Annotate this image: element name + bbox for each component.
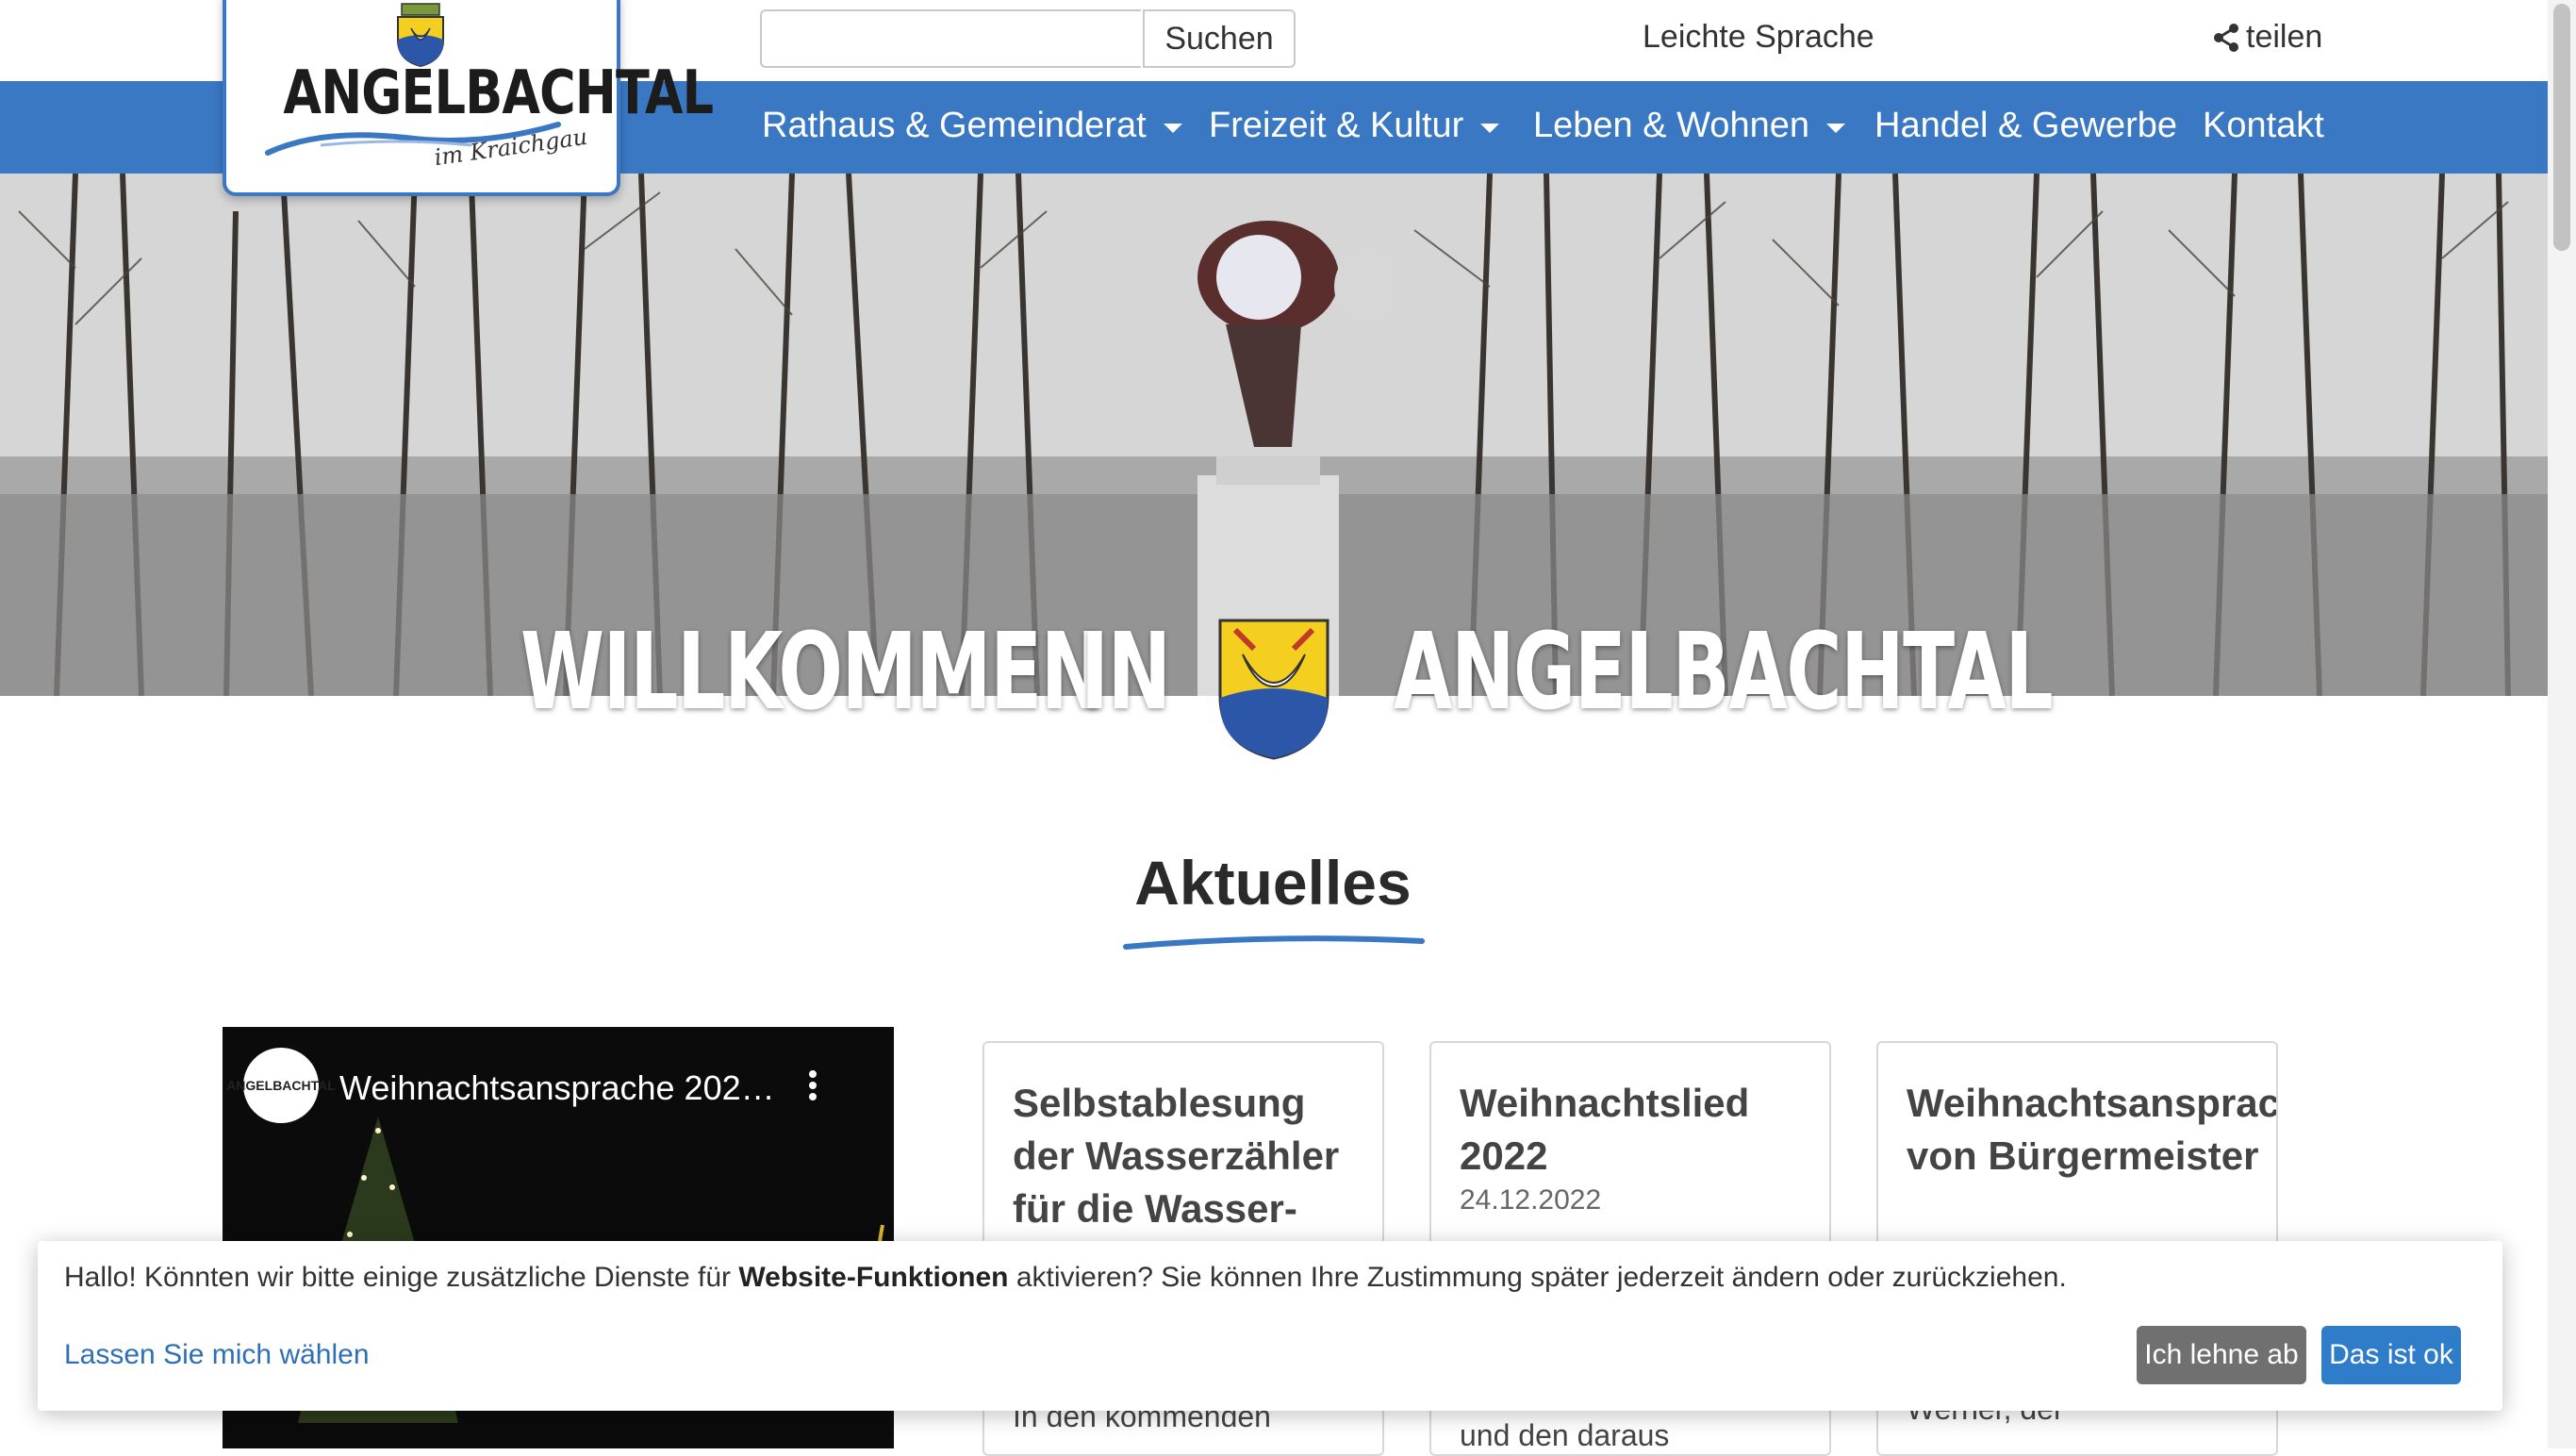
caret-down-icon — [1163, 123, 1182, 133]
share-label: teilen — [2246, 19, 2323, 55]
nav-item-label: Rathaus & Gemeinderat — [762, 106, 1147, 145]
news-card-title[interactable]: Weihnachtslied 2022 — [1460, 1077, 1818, 1183]
news-card-date: 24.12.2022 — [1460, 1184, 1602, 1216]
news-card-excerpt: und den daraus — [1460, 1418, 1670, 1452]
search-button[interactable]: Suchen — [1143, 9, 1296, 68]
nav-item-label: Handel & Gewerbe — [1874, 106, 2178, 145]
nav-item-rathaus[interactable]: Rathaus & Gemeinderat — [762, 106, 1182, 146]
cookie-accept-button[interactable]: Das ist ok — [2321, 1326, 2461, 1384]
nav-item-freizeit[interactable]: Freizeit & Kultur — [1209, 106, 1500, 146]
share-icon — [2214, 23, 2238, 52]
nav-item-label: Freizeit & Kultur — [1209, 106, 1464, 145]
cookie-consent-banner: Hallo! Könnten wir bitte einige zusätzli… — [38, 1241, 2502, 1411]
kebab-menu-icon[interactable] — [807, 1068, 818, 1102]
hero-coat-of-arms-icon — [1218, 619, 1329, 760]
cookie-message: Hallo! Könnten wir bitte einige zusätzli… — [64, 1262, 2067, 1293]
channel-avatar[interactable]: ANGELBACHTAL — [226, 1048, 336, 1123]
hero-word-in: IN — [1081, 611, 1171, 734]
share-button[interactable]: teilen — [2212, 19, 2322, 56]
page-scrollbar[interactable] — [2548, 0, 2576, 1448]
nav-item-leben[interactable]: Leben & Wohnen — [1533, 106, 1845, 146]
hero-word-town: ANGELBACHTAL — [1394, 611, 2054, 734]
easy-language-link[interactable]: Leichte Sprache — [1643, 19, 1874, 56]
cookie-choose-link[interactable]: Lassen Sie mich wählen — [64, 1339, 370, 1371]
nav-item-label: Leben & Wohnen — [1533, 106, 1809, 145]
video-title[interactable]: Weihnachtsansprache 202… — [339, 1068, 775, 1108]
title-underline — [1123, 935, 1425, 950]
nav-item-kontakt[interactable]: Kontakt — [2203, 106, 2324, 146]
search-input[interactable] — [760, 9, 1141, 68]
caret-down-icon — [1480, 123, 1500, 133]
section-title-news: Aktuelles — [1134, 848, 1412, 918]
caret-down-icon — [1825, 123, 1845, 133]
scrollbar-thumb[interactable] — [2553, 4, 2570, 251]
hero-word-welcome: WILLKOMMEN — [520, 611, 1104, 734]
nav-item-handel[interactable]: Handel & Gewerbe — [1874, 106, 2177, 146]
site-logo[interactable]: ANGELBACHTAL im Kraichgau — [223, 0, 714, 196]
news-card-title[interactable]: Weihnachtsansprache von Bürgermeister — [1907, 1077, 2276, 1183]
nav-item-label: Kontakt — [2203, 106, 2324, 145]
cookie-decline-button[interactable]: Ich lehne ab — [2137, 1326, 2306, 1384]
